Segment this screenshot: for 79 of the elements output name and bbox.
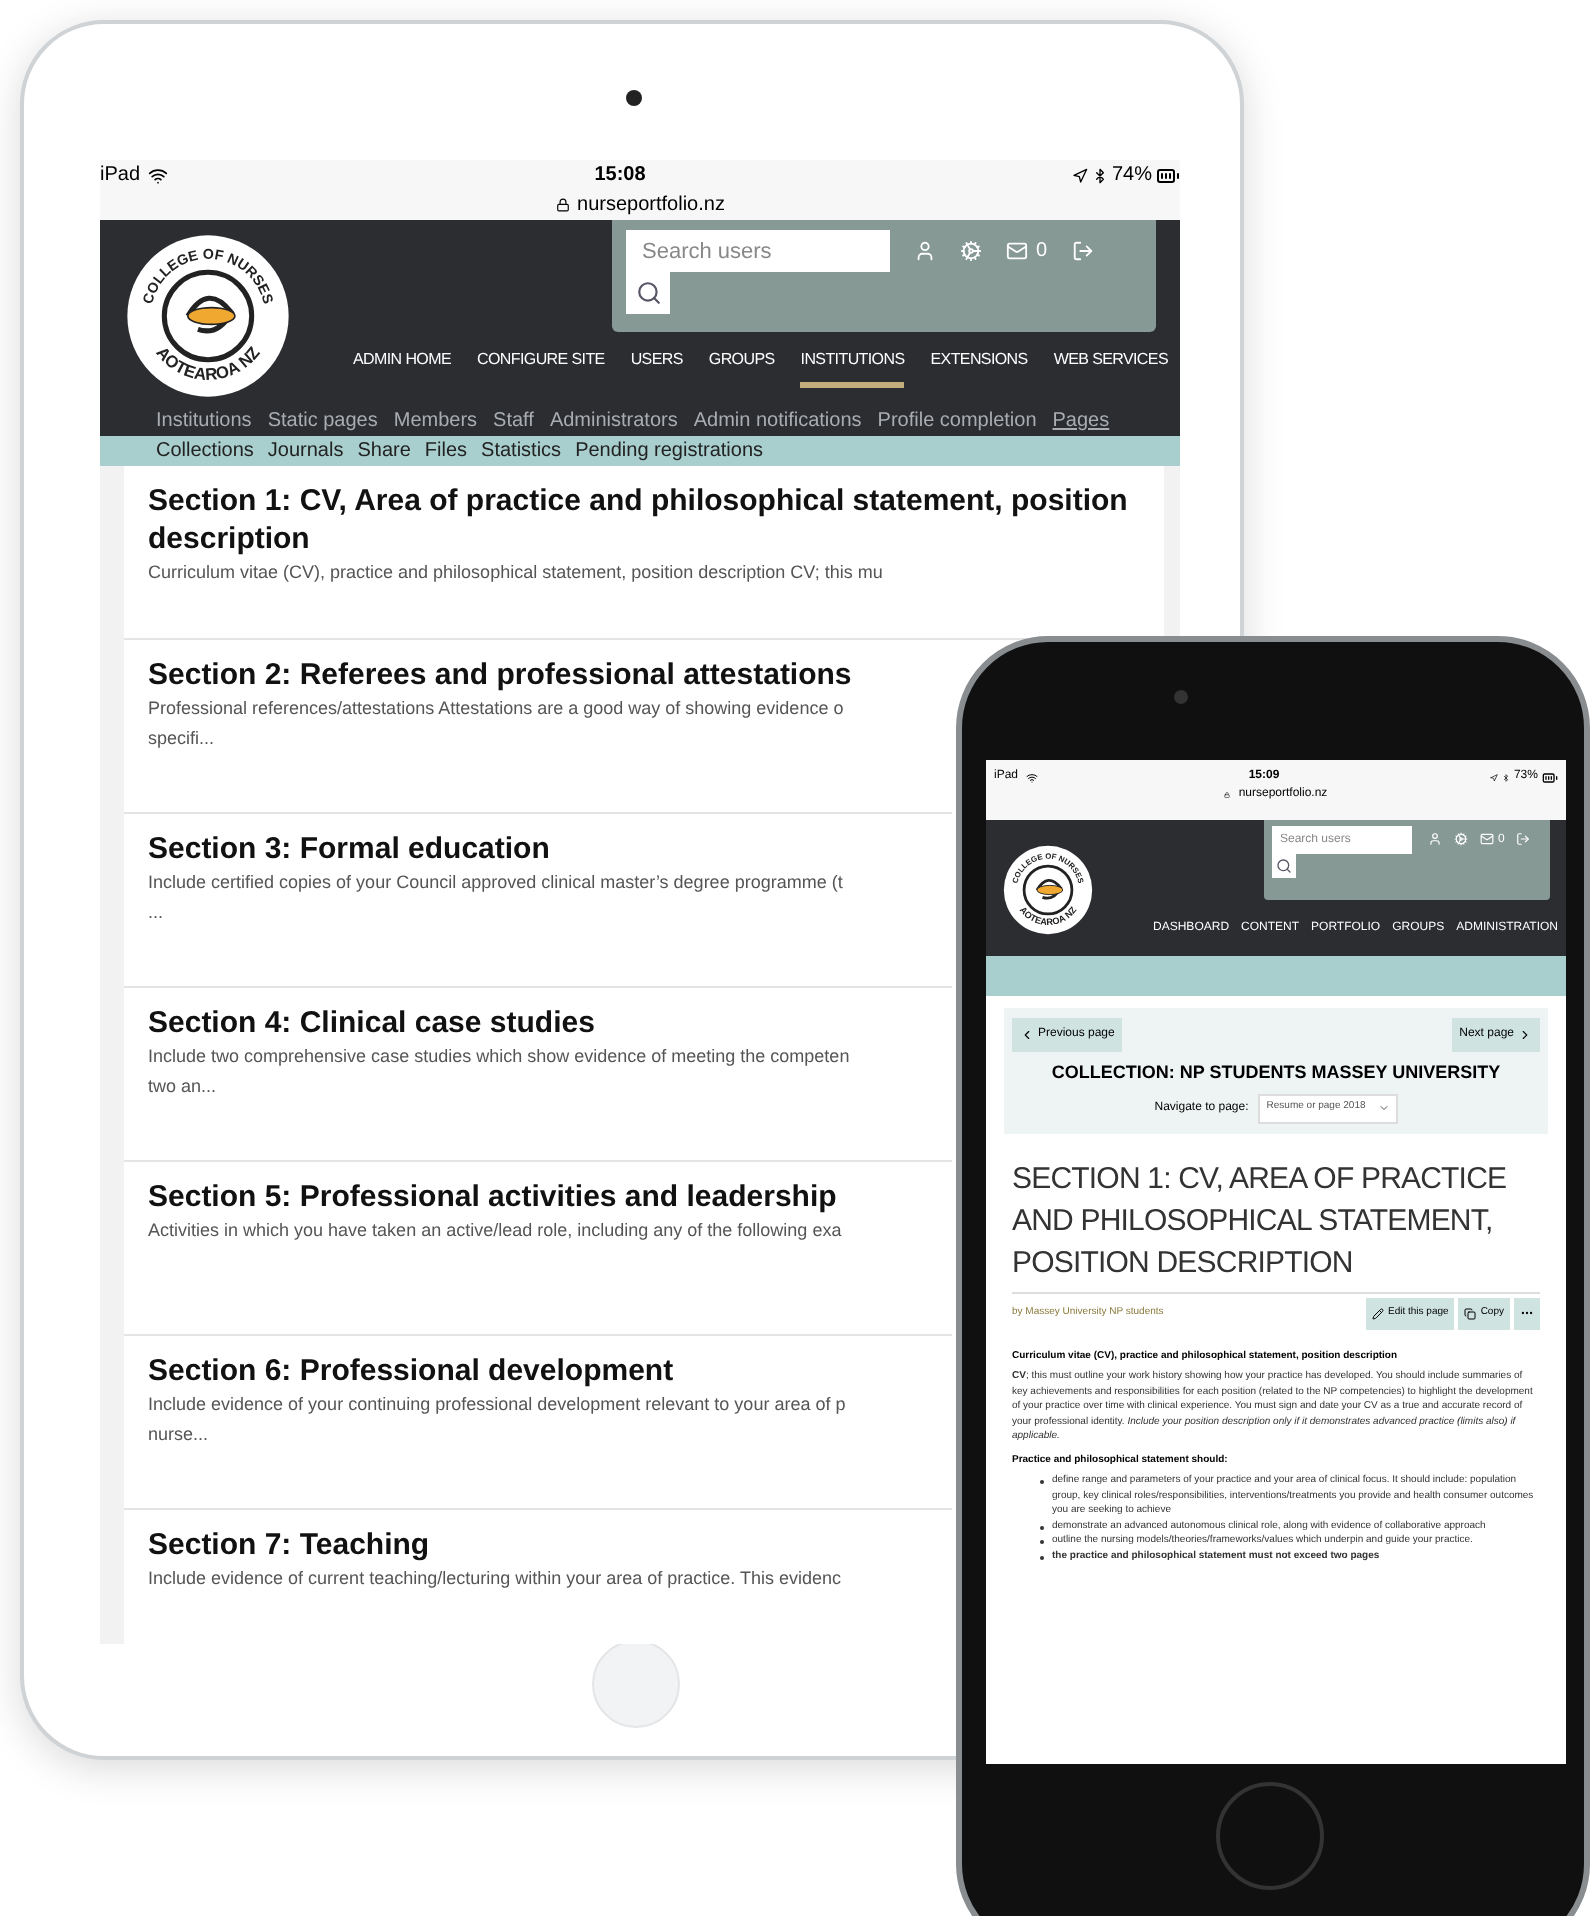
nav-tab[interactable]: GROUPS	[708, 348, 775, 388]
section-title: Section 7: Teaching	[148, 1526, 432, 1564]
subnav-link[interactable]: Statistics	[481, 436, 562, 466]
search-field[interactable]: Search users	[626, 230, 890, 272]
search-icon	[635, 280, 661, 306]
user-icon[interactable]	[914, 240, 936, 262]
battery-icon	[1541, 769, 1558, 785]
section-title: Section 4: Clinical case studies	[148, 1004, 597, 1042]
location-icon	[1489, 773, 1498, 781]
section-summary: nurse...	[148, 1422, 211, 1448]
section-summary: Include certified copies of your Council approved clinical master’s degree programme (t	[148, 870, 845, 896]
section-summary: Curriculum vitae (CV), practice and philosophical statement, position description CV; this mu	[148, 560, 885, 586]
nav-tab[interactable]: USERS	[630, 348, 683, 388]
lock-icon	[555, 198, 570, 212]
copy-icon	[1464, 1307, 1477, 1319]
mail-count: 0	[1036, 241, 1048, 261]
logout-icon[interactable]	[1071, 240, 1094, 262]
lock-icon	[1224, 792, 1231, 798]
battery-icon	[1155, 163, 1180, 187]
battery-percent: 74%	[1111, 162, 1152, 190]
section-summary: Include evidence of your continuing professional development relevant to your area of p	[148, 1392, 848, 1418]
subnav-link[interactable]: Admin notifications	[693, 406, 862, 436]
subnav-link[interactable]: Files	[424, 436, 468, 466]
section-summary: Professional references/attestations Attestations are a good way of showing evidence o	[148, 696, 846, 722]
subnav-link[interactable]: Static pages	[267, 406, 378, 436]
home-button[interactable]	[1216, 1782, 1324, 1890]
chevron-left-icon	[1020, 1028, 1034, 1042]
subnav-link[interactable]: Pages	[1052, 406, 1110, 436]
page-title: SECTION 1: CV, AREA OF PRACTICE AND PHILOSOPHICAL STATEMENT, POSITION DESCRIPTION	[1012, 1159, 1509, 1283]
bluetooth-icon	[1091, 167, 1108, 183]
search-button[interactable]	[1272, 854, 1296, 878]
subnav-link[interactable]: Pending registrations	[575, 436, 764, 466]
subnav-link[interactable]: Profile completion	[877, 406, 1037, 436]
more-icon	[1520, 1306, 1534, 1320]
settings-icon[interactable]	[1454, 832, 1468, 846]
wifi-icon	[148, 165, 169, 185]
user-icon[interactable]	[1428, 832, 1442, 846]
camera-icon	[1174, 690, 1188, 704]
device-name: iPad	[100, 162, 141, 190]
nav-tab[interactable]: INSTITUTIONS	[800, 348, 905, 388]
section-title: Section 2: Referees and professional attestations	[148, 656, 854, 694]
nav-tab[interactable]: WEB SERVICES	[1053, 348, 1168, 388]
nav-tab[interactable]: CONFIGURE SITE	[477, 348, 605, 388]
section-summary: ...	[148, 900, 166, 926]
mail-icon[interactable]	[1480, 832, 1494, 846]
bluetooth-icon	[1501, 773, 1510, 781]
logout-icon[interactable]	[1516, 832, 1531, 846]
mail-icon[interactable]	[1006, 240, 1028, 262]
settings-icon[interactable]	[960, 240, 982, 262]
clock-time: 15:08	[594, 162, 646, 190]
section-title: Section 1: CV, Area of practice and philosophical statement, position description	[148, 482, 1130, 558]
section-title: Section 3: Formal education	[148, 830, 552, 868]
section-title: Section 5: Professional activities and leadership	[148, 1178, 839, 1216]
section-summary: Include evidence of current teaching/lecturing within your area of practice. This evidenc	[148, 1566, 844, 1592]
section-title: Section 6: Professional development	[148, 1352, 676, 1390]
chevron-right-icon	[1518, 1028, 1532, 1042]
subnav-link[interactable]: Journals	[267, 436, 344, 466]
camera-icon	[626, 90, 642, 106]
url-text: nurseportfolio.nz	[577, 192, 725, 220]
subnav-link[interactable]: Members	[393, 406, 478, 436]
section-summary: two an...	[148, 1074, 219, 1100]
wifi-icon	[1026, 771, 1039, 783]
subnav-link[interactable]: Administrators	[549, 406, 678, 436]
collection-title: COLLECTION: NP STUDENTS MASSEY UNIVERSITY	[1049, 1060, 1503, 1086]
search-button[interactable]	[626, 272, 670, 314]
location-icon	[1071, 167, 1088, 183]
caret-icon	[1377, 1102, 1390, 1114]
subnav-link[interactable]: Collections	[156, 436, 254, 466]
pencil-icon	[1372, 1307, 1384, 1319]
search-icon	[1276, 858, 1292, 874]
more-button[interactable]	[1514, 1297, 1540, 1329]
subnav-link[interactable]: Staff	[493, 406, 534, 436]
subnav-link[interactable]: Share	[357, 436, 411, 466]
section-summary: Include two comprehensive case studies which show evidence of meeting the competen	[148, 1044, 852, 1070]
subnav-link[interactable]: Institutions	[156, 406, 252, 436]
nav-tab[interactable]: ADMIN HOME	[353, 348, 452, 388]
section-summary: Activities in which you have taken an active/lead role, including any of the following exa	[148, 1218, 844, 1244]
nav-tab[interactable]: EXTENSIONS	[930, 348, 1028, 388]
section-summary: specifi...	[148, 726, 217, 752]
